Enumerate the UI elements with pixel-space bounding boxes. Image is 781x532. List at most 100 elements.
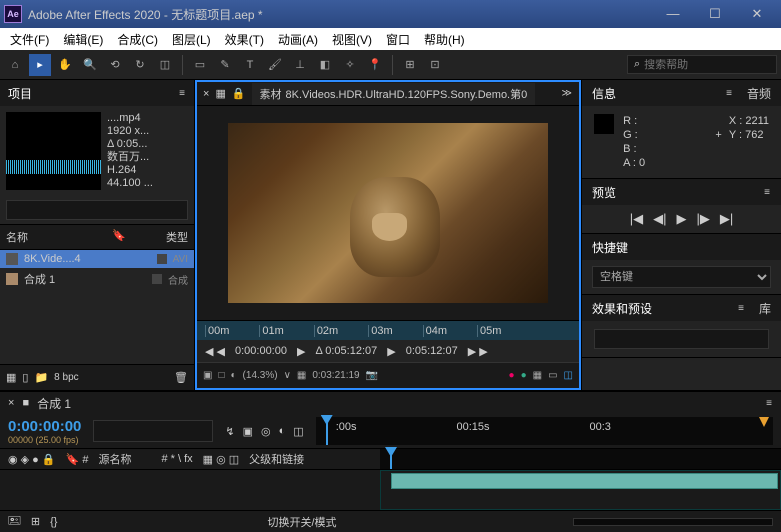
selection-tool[interactable]: ▸	[29, 54, 51, 76]
lock-icon[interactable]: 🔒	[232, 87, 246, 100]
rect-tool[interactable]: ▭	[189, 54, 211, 76]
col-parent[interactable]: 父级和链接	[249, 451, 304, 467]
rotate-tool[interactable]: ↻	[129, 54, 151, 76]
interpret-icon[interactable]: ▦	[6, 371, 16, 384]
footage-thumbnail[interactable]	[6, 112, 101, 190]
tl-footer-icon[interactable]: 🖭	[8, 512, 21, 531]
zoom-tool[interactable]: 🔍	[79, 54, 101, 76]
menu-edit[interactable]: 编辑(E)	[57, 29, 109, 50]
tl-footer-icon[interactable]: {}	[50, 516, 57, 528]
snap-icon[interactable]: ⊞	[399, 54, 421, 76]
current-tc[interactable]: 0:03:21:19	[312, 370, 359, 381]
minimize-button[interactable]: —	[661, 6, 685, 22]
puppet-tool[interactable]: 📍	[364, 54, 386, 76]
tl-icon[interactable]: ▣	[243, 425, 253, 438]
right-panels: 信息 ≡ 音频 R :G :B :A : 0 + X : 2211Y : 762	[581, 80, 781, 390]
timeline-timecode[interactable]: 0:00:00:00	[8, 418, 81, 435]
col-type-header[interactable]: 类型	[166, 229, 188, 245]
res-icon[interactable]: □	[218, 370, 224, 381]
comp-icon: ■	[22, 397, 29, 409]
menu-layer[interactable]: 图层(L)	[166, 29, 217, 50]
first-frame-button[interactable]: |◀	[630, 211, 643, 227]
menu-effect[interactable]: 效果(T)	[219, 29, 270, 50]
duration[interactable]: Δ 0:05:12:07	[315, 345, 377, 357]
close-button[interactable]: ✕	[745, 6, 769, 22]
layer-clip[interactable]	[391, 473, 778, 489]
stamp-tool[interactable]: ⊥	[289, 54, 311, 76]
library-tab[interactable]: 库	[759, 300, 771, 317]
tl-icon[interactable]: ↯	[225, 425, 234, 438]
align-icon[interactable]: ⊡	[424, 54, 446, 76]
titlebar: Ae Adobe After Effects 2020 - 无标题项目.aep …	[0, 0, 781, 28]
folder-icon[interactable]: 📁	[34, 371, 48, 384]
brush-tool[interactable]: 🖌	[264, 54, 286, 76]
time-in[interactable]: 0:00:00:00	[235, 345, 287, 357]
text-tool[interactable]: T	[239, 54, 261, 76]
timeline-search[interactable]	[93, 420, 213, 442]
help-search-input[interactable]	[644, 59, 770, 71]
effects-tab[interactable]: 效果和预设	[592, 300, 652, 317]
prev-frame-button[interactable]: ◀|	[653, 211, 666, 227]
playhead[interactable]	[326, 417, 328, 445]
panel-menu-icon[interactable]: ≡	[179, 88, 186, 99]
divider	[182, 55, 183, 75]
shortcut-select[interactable]: 空格键	[592, 266, 771, 288]
orbit-tool[interactable]: ⟲	[104, 54, 126, 76]
footage-ruler[interactable]: 00m 01m 02m 03m 04m 05m	[197, 320, 579, 340]
view-icon[interactable]: ◫	[564, 370, 573, 381]
project-item[interactable]: 合成 1 合成	[0, 268, 194, 290]
zoom-slider[interactable]	[573, 518, 773, 526]
tl-icon[interactable]: ◫	[293, 425, 303, 438]
camera-icon[interactable]: 📷	[366, 370, 378, 381]
playhead[interactable]	[390, 449, 392, 469]
region-icon[interactable]: ▭	[548, 370, 557, 381]
viewer-area[interactable]	[197, 106, 579, 320]
preview-tab[interactable]: 预览	[592, 184, 616, 201]
zoom-level[interactable]: (14.3%)	[243, 370, 278, 381]
last-frame-button[interactable]: ▶|	[720, 211, 733, 227]
col-name-header[interactable]: 名称	[6, 229, 28, 245]
menu-file[interactable]: 文件(F)	[4, 29, 55, 50]
roto-tool[interactable]: ✧	[339, 54, 361, 76]
tl-footer-icon[interactable]: ⊞	[31, 515, 40, 528]
maximize-button[interactable]: ☐	[703, 6, 727, 22]
project-tab[interactable]: 项目	[8, 85, 32, 102]
pen-tool[interactable]: ✎	[214, 54, 236, 76]
mask-icon[interactable]: ◐	[231, 370, 237, 381]
tl-icon[interactable]: ◎	[261, 425, 271, 438]
close-tab-icon[interactable]: ×	[203, 88, 209, 100]
trash-icon[interactable]: 🗑	[174, 371, 188, 384]
switches-toggle[interactable]: 切换开关/模式	[267, 514, 336, 530]
audio-tab[interactable]: 音频	[747, 85, 771, 102]
eraser-tool[interactable]: ◧	[314, 54, 336, 76]
hand-tool[interactable]: ✋	[54, 54, 76, 76]
tl-icon[interactable]: ◐	[279, 425, 286, 438]
bpc-label[interactable]: 8 bpc	[54, 372, 78, 383]
comp-tab[interactable]: 合成 1	[37, 395, 71, 412]
help-search[interactable]: ⌕	[627, 55, 777, 74]
project-search-input[interactable]	[6, 200, 188, 220]
effects-search[interactable]	[594, 329, 769, 349]
menu-view[interactable]: 视图(V)	[326, 29, 378, 50]
grid-icon[interactable]: ▦	[215, 87, 225, 100]
next-frame-button[interactable]: |▶	[697, 211, 710, 227]
viewer-menu-icon[interactable]: ≫	[562, 88, 573, 99]
info-tab[interactable]: 信息	[592, 85, 616, 102]
menu-help[interactable]: 帮助(H)	[418, 29, 471, 50]
menu-composition[interactable]: 合成(C)	[111, 29, 164, 50]
camera-tool[interactable]: ◫	[154, 54, 176, 76]
viewer-tab[interactable]: 素材8K.Videos.HDR.UltraHD.120FPS.Sony.Demo…	[252, 83, 536, 105]
col-source[interactable]: 源名称	[98, 451, 131, 467]
time-out[interactable]: 0:05:12:07	[406, 345, 458, 357]
home-icon[interactable]: ⌂	[4, 54, 26, 76]
project-item[interactable]: 8K.Vide....4 AVI	[0, 250, 194, 268]
channel-icon[interactable]: ▦	[297, 370, 306, 381]
transparency-icon[interactable]: ▦	[533, 370, 542, 381]
menu-window[interactable]: 窗口	[380, 29, 416, 50]
shortcut-tab[interactable]: 快捷键	[592, 239, 628, 256]
close-comp-icon[interactable]: ×	[8, 397, 14, 409]
mag-icon[interactable]: ▣	[203, 370, 212, 381]
menu-animation[interactable]: 动画(A)	[272, 29, 324, 50]
layer-icon[interactable]: ▯	[22, 371, 28, 384]
play-button[interactable]: ▶	[677, 211, 687, 227]
